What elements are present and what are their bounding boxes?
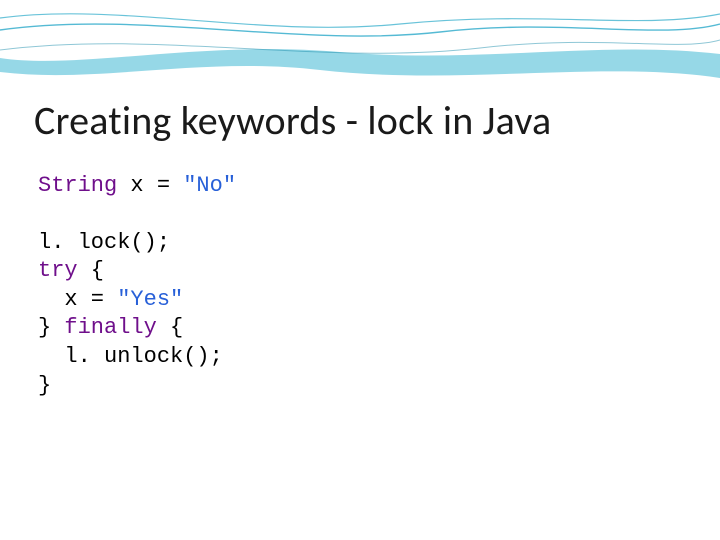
string-literal: "No" [183, 173, 236, 198]
code-text: } [38, 315, 64, 340]
code-line-7: } [38, 372, 236, 401]
slide-title: Creating keywords - lock in Java [34, 96, 551, 145]
code-text: { [157, 315, 183, 340]
keyword-type: String [38, 173, 117, 198]
code-line-4: x = "Yes" [38, 286, 236, 315]
code-line-6: l. unlock(); [38, 343, 236, 372]
string-literal: "Yes" [117, 287, 183, 312]
code-line-1: String x = "No" [38, 172, 236, 201]
code-line-5: } finally { [38, 314, 236, 343]
code-text: x = [117, 173, 183, 198]
keyword-try: try [38, 258, 78, 283]
code-text: x = [38, 287, 117, 312]
code-block: String x = "No" l. lock(); try { x = "Ye… [38, 172, 236, 400]
code-line-3: try { [38, 257, 236, 286]
code-text: { [78, 258, 104, 283]
blank-line [38, 201, 236, 229]
wave-decoration [0, 0, 720, 90]
code-line-2: l. lock(); [38, 229, 236, 258]
keyword-finally: finally [64, 315, 156, 340]
